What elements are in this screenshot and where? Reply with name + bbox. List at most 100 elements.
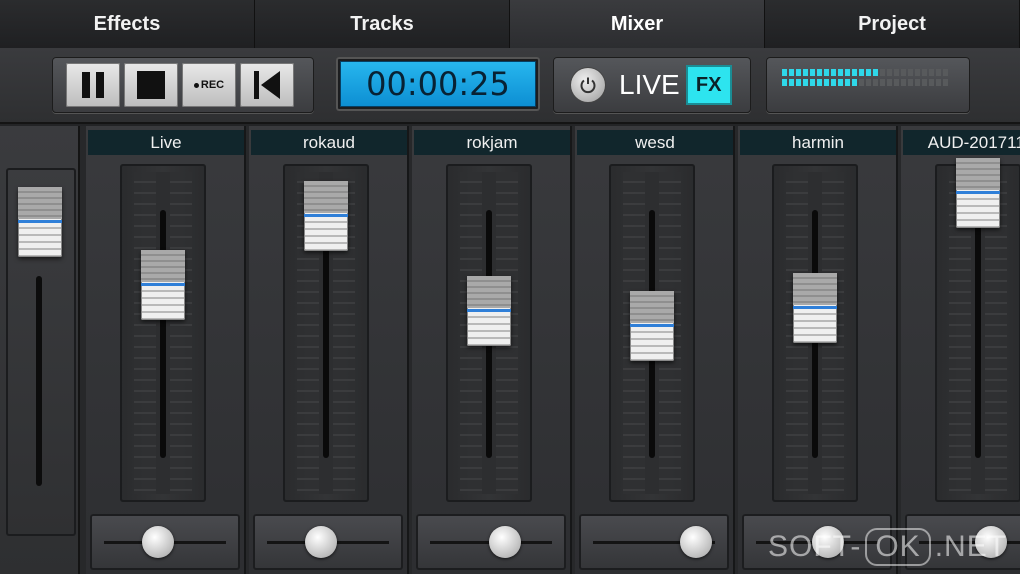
channel-strip: rokaud: [249, 126, 409, 574]
live-panel: LIVE FX: [553, 57, 751, 113]
pan-control: [253, 514, 403, 570]
meter-segment: [922, 79, 927, 86]
meter-segment: [796, 69, 801, 76]
record-dot-icon: [193, 82, 199, 88]
fx-button[interactable]: FX: [685, 65, 732, 105]
time-readout: 00:00:25: [340, 61, 536, 107]
meter-segment: [880, 69, 885, 76]
watermark-text-1: SOFT-: [768, 530, 862, 563]
channel-fader-handle[interactable]: [467, 276, 511, 347]
meter-segment: [943, 69, 948, 76]
tab-tracks[interactable]: Tracks: [255, 0, 510, 48]
level-meter-panel: [766, 57, 970, 113]
stop-button[interactable]: [124, 63, 178, 107]
channel-fader-track: [120, 164, 206, 502]
rewind-to-start-button[interactable]: [240, 63, 294, 107]
channel-fader-handle[interactable]: [793, 273, 837, 344]
tab-bar: Effects Tracks Mixer Project: [0, 0, 1020, 48]
record-text: REC: [200, 79, 225, 91]
pan-control: [416, 514, 566, 570]
pan-knob[interactable]: [489, 526, 522, 558]
record-button[interactable]: REC: [182, 63, 236, 107]
pause-icon: [82, 72, 104, 98]
master-fader-handle[interactable]: [18, 187, 62, 257]
channel-fader-handle[interactable]: [956, 158, 1000, 229]
tab-project[interactable]: Project: [765, 0, 1020, 48]
meter-segment: [887, 79, 892, 86]
live-label: LIVE: [619, 69, 680, 100]
watermark: SOFT- OK .NET: [768, 528, 1007, 566]
meter-segment: [789, 69, 794, 76]
meter-segment: [887, 69, 892, 76]
meter-segment: [810, 79, 815, 86]
meter-segment: [845, 79, 850, 86]
channel-name: wesd: [577, 130, 733, 155]
meter-segment: [810, 69, 815, 76]
meter-segment: [908, 79, 913, 86]
channel-fader-track: [446, 164, 532, 502]
fader-slot: [160, 210, 166, 458]
channel-strip: harmin: [738, 126, 898, 574]
tab-mixer[interactable]: Mixer: [510, 0, 765, 48]
meter-segment: [915, 79, 920, 86]
pause-button[interactable]: [66, 63, 120, 107]
meter-segment: [852, 69, 857, 76]
pan-knob[interactable]: [141, 526, 174, 558]
mixer-area: Live rokaud rokjam wesd harmin AUD-2017110: [0, 126, 1020, 574]
meter-segment: [845, 69, 850, 76]
meter-segment: [936, 69, 941, 76]
meter-segment: [782, 79, 787, 86]
meter-segment: [817, 79, 822, 86]
watermark-text-3: .NET: [934, 530, 1008, 563]
channel-fader-handle[interactable]: [141, 250, 185, 321]
pan-knob[interactable]: [304, 526, 337, 558]
meter-segment: [824, 79, 829, 86]
meter-segment: [880, 79, 885, 86]
channel-strip: rokjam: [412, 126, 572, 574]
channel-fader-track: [935, 158, 1020, 502]
meter-segment: [866, 79, 871, 86]
watermark-text-2: OK: [865, 528, 931, 566]
time-display: 00:00:25: [336, 57, 540, 111]
record-label: REC: [193, 79, 225, 91]
meter-segment: [859, 69, 864, 76]
transport-panel: REC: [52, 57, 314, 113]
channel-strip: Live: [86, 126, 246, 574]
meter-segment: [803, 79, 808, 86]
channel-fader-handle[interactable]: [630, 290, 674, 361]
meter-segment: [943, 79, 948, 86]
meter-segment: [908, 69, 913, 76]
meter-row: [782, 79, 954, 86]
meter-segment: [936, 79, 941, 86]
channel-name: Live: [88, 130, 244, 155]
power-icon: [580, 77, 596, 94]
meter-segment: [929, 79, 934, 86]
meter-segment: [789, 79, 794, 86]
meter-segment: [859, 79, 864, 86]
meter-segment: [901, 69, 906, 76]
level-meter: [782, 69, 954, 101]
meter-segment: [894, 69, 899, 76]
meter-segment: [796, 79, 801, 86]
meter-segment: [901, 79, 906, 86]
meter-segment: [782, 69, 787, 76]
meter-segment: [873, 79, 878, 86]
meter-segment: [803, 69, 808, 76]
power-button[interactable]: [571, 68, 605, 102]
meter-segment: [873, 69, 878, 76]
channel-strip: AUD-2017110: [901, 126, 1020, 574]
stop-icon: [137, 71, 165, 99]
meter-segment: [929, 69, 934, 76]
channel-strip: wesd: [575, 126, 735, 574]
meter-segment: [831, 69, 836, 76]
meter-segment: [894, 79, 899, 86]
pan-control: [90, 514, 240, 570]
meter-segment: [817, 69, 822, 76]
pan-knob[interactable]: [680, 526, 713, 558]
tab-effects[interactable]: Effects: [0, 0, 255, 48]
channel-name: harmin: [740, 130, 896, 155]
pan-control: [579, 514, 729, 570]
meter-segment: [824, 69, 829, 76]
channel-fader-handle[interactable]: [304, 181, 348, 252]
channel-fader-track: [772, 164, 858, 502]
